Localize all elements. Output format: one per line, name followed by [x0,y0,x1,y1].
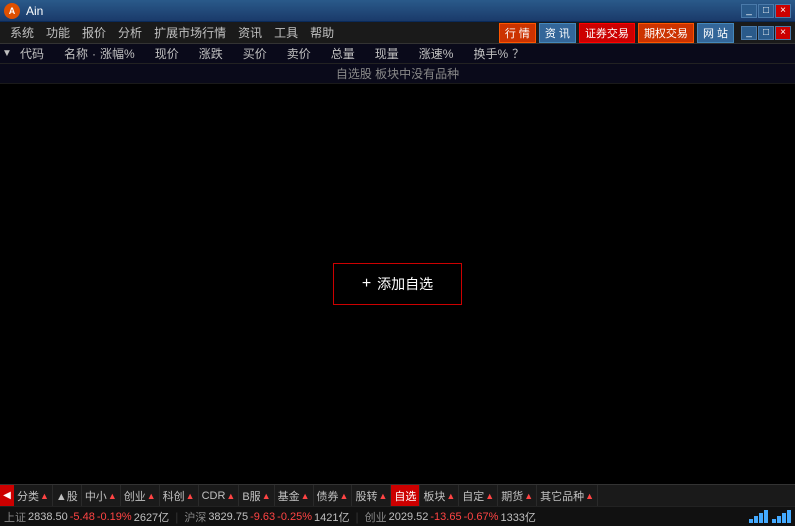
hs-label: 沪深 [184,509,206,525]
status-chuangye: 创业 2029.52 -13.65 -0.67% 1333亿 [365,509,536,525]
menu-function[interactable]: 功能 [40,22,76,43]
close-button[interactable]: × [775,4,791,18]
signal-group-2 [772,510,791,523]
menu-help[interactable]: 帮助 [304,22,340,43]
add-btn-label: 添加自选 [377,274,433,294]
tab-scroll-left[interactable]: ◀ [0,485,14,507]
plus-icon: + [362,275,371,293]
menu-analysis[interactable]: 分析 [112,22,148,43]
col-name: 名称 [62,45,90,62]
hs-pct: -0.25% [277,511,312,523]
col-buyprice: 买价 [241,45,269,62]
title-left: A Ain [4,3,43,19]
menu-minimize-button[interactable]: _ [741,26,757,40]
cy-pct: -0.67% [464,511,499,523]
maximize-button[interactable]: □ [758,4,774,18]
tab-ashare[interactable]: ▲股 [53,485,82,507]
hs-change: -9.63 [250,511,275,523]
tab-futures[interactable]: 期货▲ [498,485,537,507]
sh-pct: -0.19% [97,511,132,523]
tab-bankuai[interactable]: 板块▲ [420,485,459,507]
status-shanghai: 上证 2838.50 -5.48 -0.19% 2627亿 [4,509,169,525]
tab-zixuan[interactable]: 自选 [391,485,420,507]
sh-value: 2838.50 [28,511,68,523]
status-bar: 上证 2838.50 -5.48 -0.19% 2627亿 | 沪深 3829.… [0,506,795,526]
window-controls: _ □ × [741,4,791,18]
col-turnover: 换手% [471,45,510,62]
tab-zhongxiao[interactable]: 中小▲ [82,485,121,507]
menu-maximize-button[interactable]: □ [758,26,774,40]
col-question: ？ [510,45,526,62]
dropdown-arrow[interactable]: ▼ [2,48,18,59]
tab-guzhuanzhuan[interactable]: 股转▲ [352,485,391,507]
signal-indicators [749,510,791,523]
tab-chuangye[interactable]: 创业▲ [121,485,160,507]
sh-change: -5.48 [70,511,95,523]
menu-extend[interactable]: 扩展市场行情 [148,22,232,43]
menu-items: 系统 功能 报价 分析 扩展市场行情 资讯 工具 帮助 [4,22,340,43]
minimize-button[interactable]: _ [741,4,757,18]
col-changepct: 涨幅% [98,45,137,62]
hs-value: 3829.75 [208,511,248,523]
main-content: + 添加自选 [0,84,795,484]
app-container: A Ain _ □ × 系统 功能 报价 分析 扩展市场行情 资讯 工具 帮助 … [0,0,795,526]
tab-kechuang[interactable]: 科创▲ [160,485,199,507]
empty-notice: 自选股 板块中没有品种 [0,64,795,84]
sh-label: 上证 [4,509,26,525]
cy-change: -13.65 [430,511,461,523]
sig-bar-1 [749,519,753,523]
sig-bar-6 [777,516,781,523]
col-price: 现价 [153,45,181,62]
col-totalvol: 总量 [329,45,357,62]
status-hushen: 沪深 3829.75 -9.63 -0.25% 1421亿 [184,509,349,525]
btn-zqjy[interactable]: 证券交易 [579,23,635,43]
sig-bar-3 [759,513,763,523]
menu-tools[interactable]: 工具 [268,22,304,43]
btn-wangzhan[interactable]: 网 站 [697,23,734,43]
sh-vol: 2627亿 [134,509,169,525]
app-logo: A [4,3,20,19]
sig-bar-8 [787,510,791,523]
col-code: 代码 [18,45,46,62]
sig-bar-7 [782,513,786,523]
btn-hangqing[interactable]: 行 情 [499,23,536,43]
sig-bar-2 [754,516,758,523]
btn-zixun[interactable]: 资 讯 [539,23,576,43]
tab-fenlei[interactable]: 分类▲ [14,485,53,507]
tab-ziding[interactable]: 自定▲ [459,485,498,507]
menu-system[interactable]: 系统 [4,22,40,43]
menu-close-button[interactable]: × [775,26,791,40]
col-sellprice: 卖价 [285,45,313,62]
col-change: 涨跌 [197,45,225,62]
menu-info[interactable]: 资讯 [232,22,268,43]
signal-group-1 [749,510,768,523]
sig-bar-5 [772,519,776,523]
sig-bar-4 [764,510,768,523]
tab-fund[interactable]: 基金▲ [275,485,314,507]
btn-qhjy[interactable]: 期权交易 [638,23,694,43]
cy-label: 创业 [365,509,387,525]
tab-bshare[interactable]: B服▲ [239,485,274,507]
tab-others[interactable]: 其它品种▲ [537,485,598,507]
menu-quote[interactable]: 报价 [76,22,112,43]
column-header: ▼ 代码 名称 · 涨幅% 现价 涨跌 买价 卖价 总量 现量 涨速% 换手% … [0,44,795,64]
cy-vol: 1333亿 [500,509,535,525]
tab-bar: ◀ 分类▲ ▲股 中小▲ 创业▲ 科创▲ CDR▲ B服▲ 基金▲ 债券▲ 股转… [0,484,795,506]
hs-vol: 1421亿 [314,509,349,525]
tab-bond[interactable]: 债券▲ [314,485,353,507]
add-watchlist-button[interactable]: + 添加自选 [333,263,462,305]
menu-right-buttons: 行 情 资 讯 证券交易 期权交易 网 站 _ □ × [499,23,791,43]
title-bar: A Ain _ □ × [0,0,795,22]
col-dot: · [92,47,96,61]
col-curvol: 现量 [373,45,401,62]
menu-bar: 系统 功能 报价 分析 扩展市场行情 资讯 工具 帮助 行 情 资 讯 证券交易… [0,22,795,44]
cy-value: 2029.52 [389,511,429,523]
app-title: Ain [26,4,43,18]
col-speedpct: 涨速% [417,45,456,62]
tab-cdr[interactable]: CDR▲ [199,485,240,507]
